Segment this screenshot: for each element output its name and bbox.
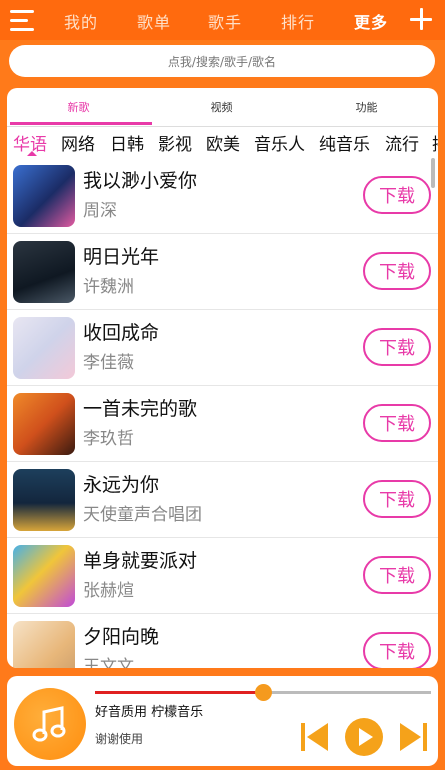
play-icon[interactable] — [344, 717, 384, 757]
song-title: 收回成命 — [83, 322, 160, 344]
tab-videos[interactable]: 视频 — [150, 99, 293, 115]
song-artist: 李佳薇 — [83, 353, 134, 373]
list-item[interactable]: 单身就要派对 张赫煊 下载 — [7, 538, 438, 614]
list-item[interactable]: 明日光年 许魏洲 下载 — [7, 234, 438, 310]
progress-knob[interactable] — [255, 684, 272, 701]
song-title: 明日光年 — [83, 246, 160, 268]
album-cover — [13, 165, 75, 227]
list-item[interactable]: 一首未完的歌 李玖哲 下载 — [7, 386, 438, 462]
progress-bar[interactable] — [95, 684, 431, 701]
category-film[interactable]: 影视 — [158, 130, 192, 155]
song-list: 我以渺小爱你 周深 下载 明日光年 许魏洲 下载 收回成命 李佳薇 下载 一首未… — [7, 158, 438, 668]
category-pop[interactable]: 流行 — [385, 130, 419, 155]
category-western[interactable]: 欧美 — [206, 130, 240, 155]
song-artist: 周深 — [83, 201, 117, 221]
list-item[interactable]: 我以渺小爱你 周深 下载 — [7, 158, 438, 234]
progress-fill — [95, 691, 263, 694]
plus-icon[interactable] — [410, 8, 432, 30]
category-bar: 华语 网络 日韩 影视 欧美 音乐人 纯音乐 流行 摇 — [7, 129, 438, 157]
music-note-icon[interactable] — [14, 688, 86, 760]
category-active-indicator — [27, 151, 37, 156]
list-item[interactable]: 收回成命 李佳薇 下载 — [7, 310, 438, 386]
song-title: 夕阳向晚 — [83, 626, 160, 648]
category-pure-music[interactable]: 纯音乐 — [319, 130, 370, 155]
song-artist: 王文文 — [83, 657, 134, 668]
download-button[interactable]: 下载 — [363, 556, 431, 594]
tab-active-indicator — [10, 122, 152, 125]
nav-tab-singers[interactable]: 歌手 — [208, 9, 242, 33]
nav-tab-mine[interactable]: 我的 — [64, 9, 98, 33]
player-title: 好音质用 柠檬音乐 — [95, 705, 204, 720]
mini-player: 好音质用 柠檬音乐 谢谢使用 — [7, 676, 438, 766]
hamburger-menu-icon[interactable] — [10, 10, 38, 32]
download-button[interactable]: 下载 — [363, 480, 431, 518]
content-tabs: 新歌 视频 功能 — [7, 88, 438, 126]
category-jpkr[interactable]: 日韩 — [110, 130, 144, 155]
album-cover — [13, 469, 75, 531]
song-artist: 许魏洲 — [83, 277, 134, 297]
category-musician[interactable]: 音乐人 — [254, 130, 305, 155]
song-title: 一首未完的歌 — [83, 398, 198, 420]
album-cover — [13, 393, 75, 455]
category-rock[interactable]: 摇 — [432, 130, 438, 155]
nav-tab-more[interactable]: 更多 — [354, 9, 388, 33]
content-card: 新歌 视频 功能 华语 网络 日韩 影视 欧美 音乐人 纯音乐 流行 摇 我以渺… — [7, 88, 438, 668]
tab-new-songs[interactable]: 新歌 — [7, 99, 150, 115]
album-cover — [13, 317, 75, 379]
download-button[interactable]: 下载 — [363, 404, 431, 442]
player-subtitle: 谢谢使用 — [95, 732, 144, 746]
search-input[interactable]: 点我/搜索/歌手/歌名 — [9, 45, 435, 77]
album-cover — [13, 621, 75, 668]
list-item[interactable]: 永远为你 天使童声合唱团 下载 — [7, 462, 438, 538]
nav-tab-playlists[interactable]: 歌单 — [137, 9, 171, 33]
divider — [7, 126, 438, 127]
previous-icon[interactable] — [297, 720, 331, 754]
song-artist: 张赫煊 — [83, 581, 134, 601]
next-icon[interactable] — [397, 720, 431, 754]
album-cover — [13, 241, 75, 303]
download-button[interactable]: 下载 — [363, 252, 431, 290]
song-title: 我以渺小爱你 — [83, 170, 198, 192]
top-nav-bar: 我的 歌单 歌手 排行 更多 — [0, 0, 445, 40]
tab-features[interactable]: 功能 — [295, 99, 438, 115]
album-cover — [13, 545, 75, 607]
list-item[interactable]: 夕阳向晚 王文文 下载 — [7, 614, 438, 668]
search-placeholder: 点我/搜索/歌手/歌名 — [167, 54, 277, 69]
song-title: 单身就要派对 — [83, 550, 198, 572]
nav-tab-charts[interactable]: 排行 — [281, 9, 315, 33]
download-button[interactable]: 下载 — [363, 632, 431, 668]
song-artist: 李玖哲 — [83, 429, 134, 449]
song-artist: 天使童声合唱团 — [83, 505, 202, 525]
category-network[interactable]: 网络 — [61, 130, 95, 155]
song-title: 永远为你 — [83, 474, 160, 496]
scrollbar[interactable] — [431, 158, 435, 188]
download-button[interactable]: 下载 — [363, 328, 431, 366]
download-button[interactable]: 下载 — [363, 176, 431, 214]
